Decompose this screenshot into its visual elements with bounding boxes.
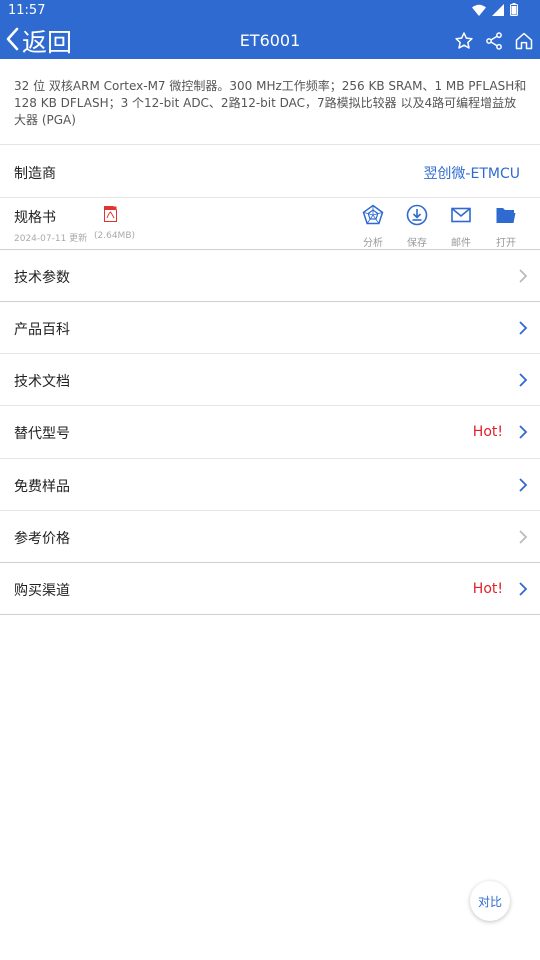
menu-item-reference-price[interactable]: 参考价格 [0,511,540,563]
star-icon[interactable] [452,29,476,53]
share-icon[interactable] [482,29,506,53]
chevron-left-icon [4,26,20,56]
menu-item-label: 技术文档 [14,374,70,390]
menu-item-label: 产品百科 [14,322,70,338]
menu-item-tech-params[interactable]: 技术参数 [0,250,540,302]
hot-badge: Hot! [472,424,503,440]
folder-icon [495,208,517,230]
menu-item-tech-docs[interactable]: 技术文档 [0,354,540,406]
status-icons [472,3,518,20]
hot-badge: Hot! [472,581,503,597]
menu-item-label: 购买渠道 [14,583,70,599]
chevron-right-icon [518,320,528,340]
open-button[interactable]: 打开 [486,204,526,249]
spec-sheet-row: 规格书 2024-07-11 更新 (2.64MB) 分析 保存 邮件 打开 [0,198,540,249]
menu-item-label: 技术参数 [14,270,70,286]
product-description: 32 位 双核ARM Cortex-M7 微控制器。300 MHz工作频率；25… [14,79,527,127]
manufacturer-link[interactable]: 翌创微-ETMCU [423,163,520,183]
mail-button[interactable]: 邮件 [441,204,481,249]
battery-icon [510,3,518,20]
spec-size: (2.64MB) [94,231,136,241]
chevron-right-icon [518,477,528,497]
spec-date: 2024-07-11 更新 [14,234,88,244]
open-label: 打开 [496,238,516,249]
title-bar: 返回 ET6001 [0,22,540,59]
status-bar: 11:57 [0,0,540,22]
chevron-right-icon [518,424,528,444]
menu-item-label: 免费样品 [14,479,70,495]
menu-item-label: 替代型号 [14,426,70,442]
spec-label: 规格书 [14,210,56,226]
analysis-icon [362,204,384,230]
mail-label: 邮件 [451,238,471,249]
menu-item-free-samples[interactable]: 免费样品 [0,459,540,511]
chevron-right-icon [518,529,528,549]
analysis-button[interactable]: 分析 [353,204,393,249]
home-icon[interactable] [512,29,536,53]
download-icon [406,204,428,230]
chevron-right-icon [518,581,528,601]
save-button[interactable]: 保存 [397,204,437,249]
pdf-icon[interactable] [103,206,118,226]
menu-item-label: 参考价格 [14,531,70,547]
compare-button[interactable]: 对比 [470,881,510,921]
save-label: 保存 [407,238,427,249]
manufacturer-label: 制造商 [14,166,56,182]
analysis-label: 分析 [363,238,383,249]
divider [0,614,540,615]
chevron-right-icon [518,372,528,392]
menu-item-purchase-channels[interactable]: 购买渠道 Hot! [0,563,540,615]
manufacturer-row[interactable]: 制造商 翌创微-ETMCU [0,145,540,197]
back-label: 返回 [22,27,73,57]
menu-item-product-wiki[interactable]: 产品百科 [0,302,540,354]
wifi-icon [472,4,486,20]
menu-item-alternatives[interactable]: 替代型号 Hot! [0,406,540,458]
chevron-right-icon [518,268,528,288]
mail-icon [450,207,472,230]
back-button[interactable]: 返回 [0,22,72,59]
status-time: 11:57 [8,3,46,18]
signal-icon [492,3,504,20]
title-actions [452,22,536,59]
